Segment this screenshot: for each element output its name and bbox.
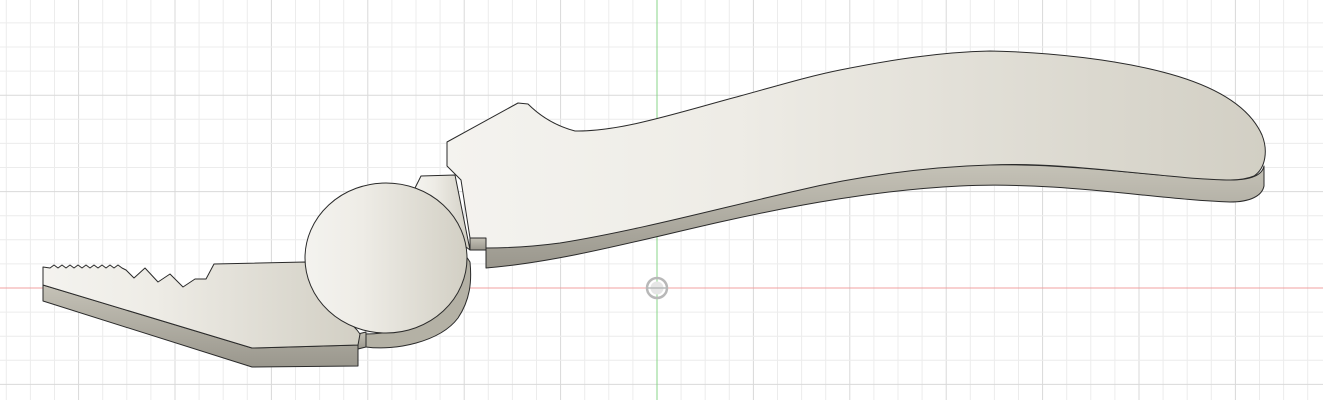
- handle-step-side: [469, 237, 487, 251]
- design-viewport[interactable]: [0, 0, 1323, 400]
- handle-top-face: [446, 50, 1266, 249]
- pliers-handle[interactable]: [446, 50, 1266, 269]
- pivot-hub-disc: [304, 182, 468, 334]
- 3d-canvas[interactable]: [0, 0, 1323, 400]
